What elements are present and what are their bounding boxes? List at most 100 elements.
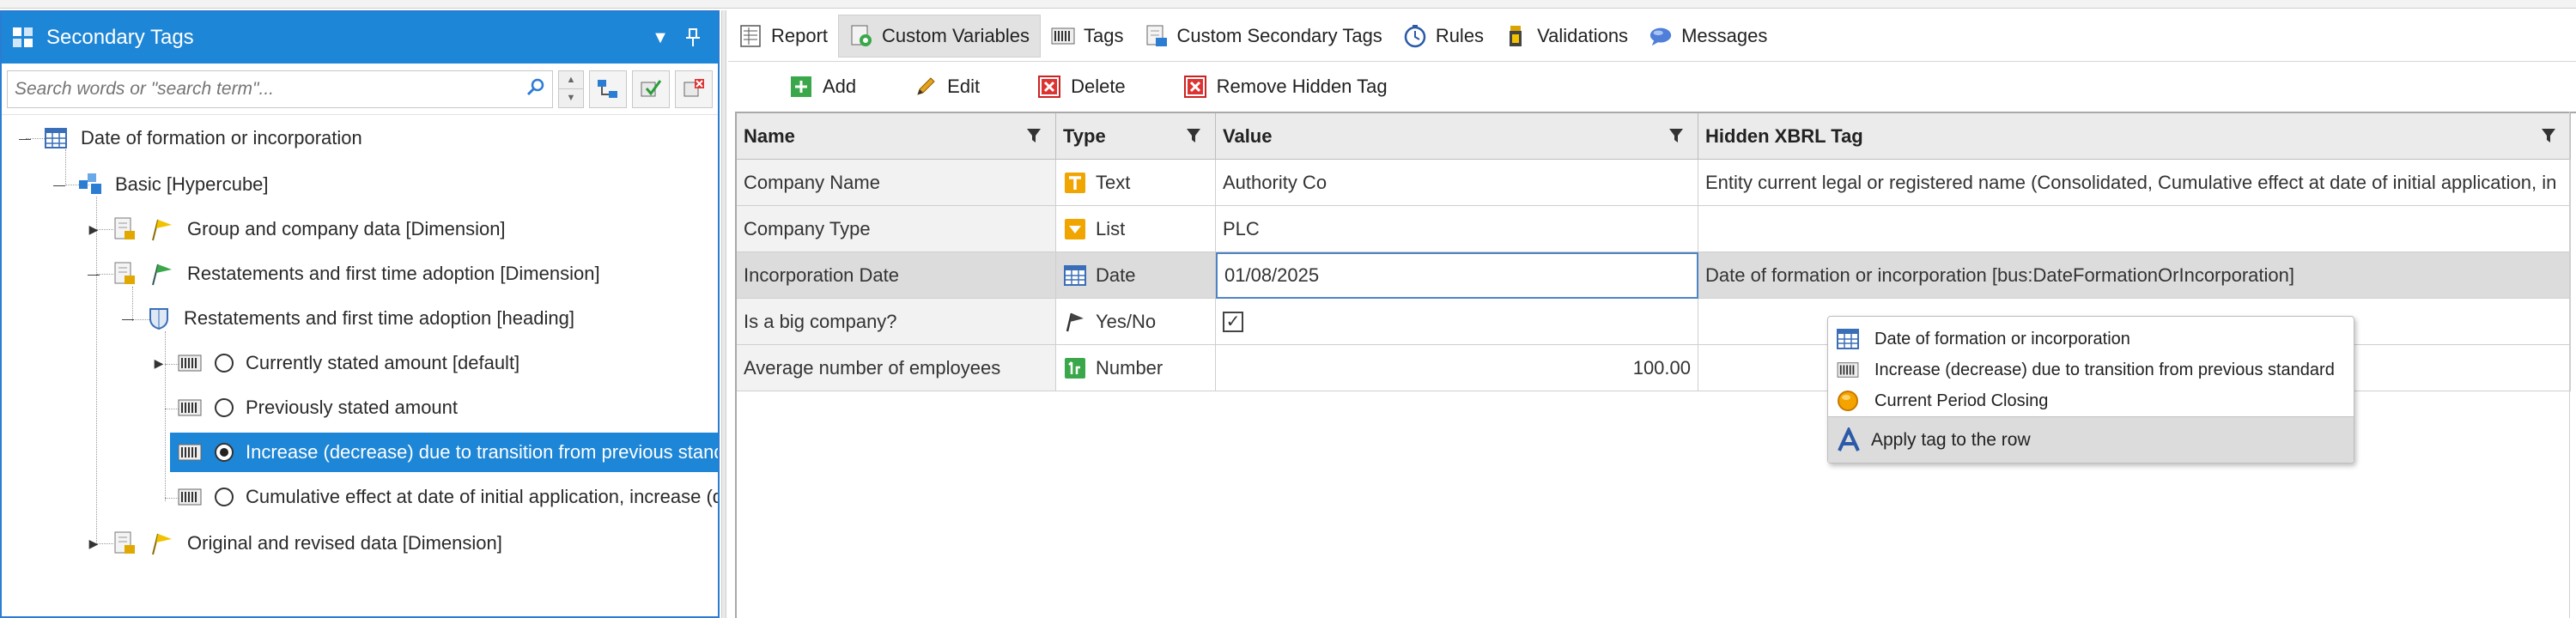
- tree-collapse-icon[interactable]: —: [84, 264, 103, 283]
- apply-tag-to-row-button[interactable]: Apply tag to the row: [1828, 416, 2354, 463]
- tab-validations[interactable]: Validations: [1494, 15, 1638, 58]
- popup-item-current-period-closing[interactable]: Current Period Closing: [1828, 385, 2354, 416]
- tab-messages[interactable]: Messages: [1638, 15, 1777, 58]
- cell-name[interactable]: Incorporation Date: [737, 252, 1056, 299]
- tree-item-radio[interactable]: [215, 488, 234, 506]
- tab-rules[interactable]: Rules: [1393, 15, 1494, 58]
- cell-type[interactable]: Text: [1056, 160, 1216, 206]
- big-company-checkbox[interactable]: ✓: [1223, 311, 1243, 332]
- tree-item-label: Previously stated amount: [246, 397, 459, 418]
- navigate-stepper[interactable]: ▲ ▼: [558, 70, 584, 108]
- chevron-down-icon[interactable]: ▼: [559, 88, 583, 107]
- dimension-flag-icon: [149, 530, 175, 556]
- tree-expand-icon[interactable]: ▶: [84, 534, 103, 553]
- cell-name[interactable]: Is a big company?: [737, 299, 1056, 345]
- search-row: ▲ ▼: [2, 64, 718, 115]
- cell-type[interactable]: List: [1056, 206, 1216, 252]
- add-label: Add: [823, 76, 857, 97]
- cell-type[interactable]: Yes/No: [1056, 299, 1216, 345]
- tab-custom-variables[interactable]: Custom Variables: [838, 14, 1042, 58]
- tree-collapse-icon[interactable]: —: [15, 129, 34, 148]
- tab-tags[interactable]: Tags: [1041, 15, 1133, 58]
- search-input[interactable]: [15, 78, 526, 100]
- tree-item-date-of-formation[interactable]: — Date of formation or incorporation: [2, 118, 718, 158]
- tree-expand-icon[interactable]: ▶: [149, 354, 168, 373]
- hypercube-icon: [77, 172, 103, 197]
- custom-variables-icon: [849, 24, 873, 48]
- tree-item-restatements-dimension[interactable]: — Restatements and first time adoption […: [2, 254, 718, 294]
- apply-tags-button[interactable]: [632, 70, 670, 108]
- filter-icon[interactable]: [1668, 127, 1684, 144]
- barcode-icon: [177, 484, 203, 510]
- filter-icon[interactable]: [1186, 127, 1201, 144]
- cell-hidden-tag[interactable]: [1698, 206, 2571, 252]
- cell-type-label: Number: [1096, 356, 1163, 379]
- pin-icon[interactable]: [677, 21, 709, 54]
- tab-custom-secondary-tags[interactable]: Custom Secondary Tags: [1134, 15, 1393, 58]
- tree-item-basic-hypercube[interactable]: — Basic [Hypercube]: [2, 165, 718, 204]
- popup-item-label: Increase (decrease) due to transition fr…: [1874, 360, 2335, 379]
- tree-expand-icon[interactable]: ▶: [84, 220, 103, 239]
- tree-item-restatements-heading[interactable]: — Restatements and first time adoption […: [2, 299, 718, 338]
- tree-item-original-revised-dimension[interactable]: ▶ Original and revised data [Dimension]: [2, 524, 718, 563]
- tree-item-label: Group and company data [Dimension]: [187, 218, 506, 239]
- tab-label: Custom Secondary Tags: [1176, 24, 1382, 46]
- cell-type[interactable]: Date: [1056, 252, 1216, 299]
- delete-button[interactable]: Delete: [1024, 68, 1139, 106]
- remove-tag-icon: [1183, 76, 1206, 98]
- tab-label: Validations: [1537, 24, 1629, 46]
- column-header-value[interactable]: Value: [1216, 113, 1698, 160]
- edit-label: Edit: [947, 76, 981, 97]
- panel-splitter[interactable]: [721, 10, 726, 618]
- add-button[interactable]: Add: [776, 68, 870, 106]
- column-header-hidden-xbrl-tag[interactable]: Hidden XBRL Tag: [1698, 113, 2571, 160]
- cell-value[interactable]: PLC: [1216, 206, 1698, 252]
- date-value-input[interactable]: 01/08/2025: [1216, 252, 1698, 299]
- tree-item-label: Restatements and first time adoption [he…: [184, 307, 574, 329]
- cell-type[interactable]: Number: [1056, 345, 1216, 391]
- popup-item-date-of-formation[interactable]: Date of formation or incorporation: [1828, 324, 2354, 354]
- tree-collapse-icon[interactable]: —: [50, 175, 69, 194]
- cell-hidden-tag[interactable]: Date of formation or incorporation [bus:…: [1698, 252, 2571, 299]
- tree-item-label: Cumulative effect at date of initial app…: [246, 486, 718, 507]
- tree-item-label: Basic [Hypercube]: [115, 173, 269, 195]
- cell-name[interactable]: Company Name: [737, 160, 1056, 206]
- cell-value[interactable]: Authority Co: [1216, 160, 1698, 206]
- clear-tags-button[interactable]: [675, 70, 713, 108]
- cell-value[interactable]: ✓: [1216, 299, 1698, 345]
- tree-collapse-icon[interactable]: —: [118, 309, 137, 328]
- heading-shield-icon: [146, 306, 172, 331]
- tree-item-increase-decrease-selected[interactable]: Increase (decrease) due to transition fr…: [170, 433, 718, 472]
- tree-item-radio-selected[interactable]: [215, 443, 234, 462]
- document-lock-icon: [112, 261, 137, 287]
- apply-tag-icon: [1837, 427, 1862, 453]
- cell-value[interactable]: 100.00: [1216, 345, 1698, 391]
- tree-item-radio[interactable]: [215, 354, 234, 373]
- chevron-up-icon[interactable]: ▲: [559, 70, 583, 88]
- tree-item-radio[interactable]: [215, 398, 234, 417]
- column-header-label: Hidden XBRL Tag: [1705, 124, 1863, 147]
- dimension-flag-green-icon: [149, 261, 175, 287]
- tab-report[interactable]: Report: [728, 15, 838, 58]
- tree-item-group-company-dimension[interactable]: ▶ Group and company data [Dimension]: [2, 209, 718, 249]
- tree-item-previously-stated[interactable]: Previously stated amount: [2, 388, 718, 427]
- apply-tag-label: Apply tag to the row: [1871, 429, 2031, 450]
- edit-button[interactable]: Edit: [901, 68, 993, 106]
- column-header-type[interactable]: Type: [1056, 113, 1216, 160]
- grid-right-edge: [2569, 112, 2576, 618]
- cell-name[interactable]: Company Type: [737, 206, 1056, 252]
- cell-hidden-tag[interactable]: Entity current legal or registered name …: [1698, 160, 2571, 206]
- popup-item-label: Date of formation or incorporation: [1874, 329, 2130, 348]
- filter-icon[interactable]: [2541, 127, 2556, 144]
- remove-hidden-tag-button[interactable]: Remove Hidden Tag: [1170, 68, 1401, 106]
- hierarchy-view-button[interactable]: [589, 70, 627, 108]
- tree-item-cumulative-effect[interactable]: Cumulative effect at date of initial app…: [2, 477, 718, 517]
- list-type-icon: [1063, 217, 1087, 241]
- filter-icon[interactable]: [1026, 127, 1042, 144]
- tree-item-currently-stated[interactable]: ▶ Currently stated amount [default]: [2, 343, 718, 383]
- popup-item-increase-decrease[interactable]: Increase (decrease) due to transition fr…: [1828, 354, 2354, 385]
- search-icon[interactable]: [526, 77, 545, 101]
- column-header-name[interactable]: Name: [737, 113, 1056, 160]
- cell-name[interactable]: Average number of employees: [737, 345, 1056, 391]
- panel-dropdown-button[interactable]: ▼: [644, 21, 677, 54]
